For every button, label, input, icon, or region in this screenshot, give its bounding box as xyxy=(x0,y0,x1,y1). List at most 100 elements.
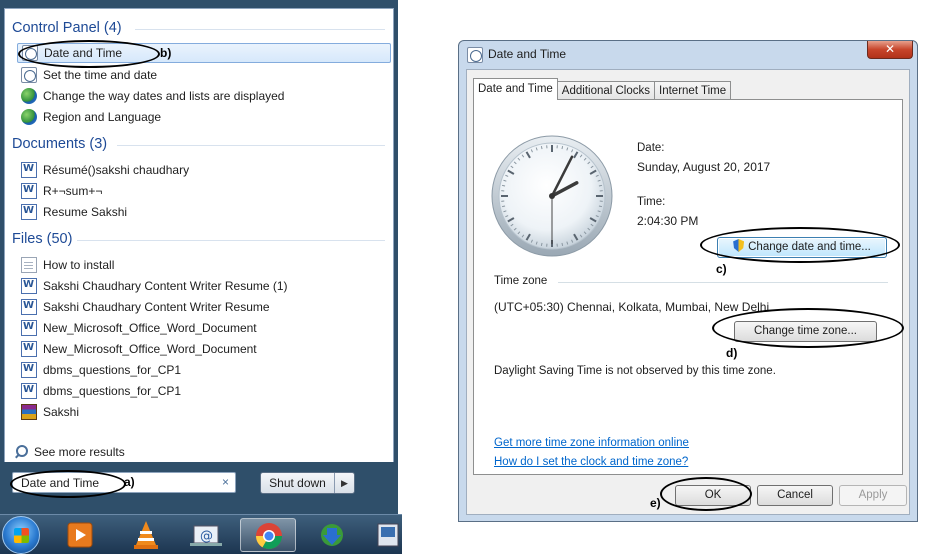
search-icon xyxy=(15,445,29,459)
word-doc-icon xyxy=(21,278,37,294)
chrome-button[interactable] xyxy=(240,518,296,552)
section-divider xyxy=(117,145,385,146)
result-label: How to install xyxy=(43,258,114,272)
media-player-icon xyxy=(52,518,108,552)
text-doc-icon xyxy=(21,257,37,273)
result-label: Sakshi Chaudhary Content Writer Resume xyxy=(43,300,270,314)
clock-minute-tick xyxy=(599,185,602,186)
tab-additional-clocks[interactable]: Additional Clocks xyxy=(557,81,655,100)
tab-date-and-time[interactable]: Date and Time xyxy=(473,78,558,100)
section-divider xyxy=(135,29,385,30)
vlc-button[interactable] xyxy=(118,518,174,552)
list-item[interactable]: dbms_questions_for_CP1 xyxy=(17,360,391,380)
word-doc-icon xyxy=(21,341,37,357)
chrome-icon xyxy=(241,519,297,553)
media-player-button[interactable] xyxy=(52,518,108,552)
annotation-ellipse-result xyxy=(18,40,160,68)
word-doc-icon xyxy=(21,204,37,220)
result-region-language[interactable]: Region and Language xyxy=(17,107,391,127)
winrar-archive-icon xyxy=(21,404,37,420)
timezone-info-link[interactable]: Get more time zone information online xyxy=(494,437,689,449)
cancel-button[interactable]: Cancel xyxy=(757,485,833,506)
list-item[interactable]: Résumé()sakshi chaudhary xyxy=(17,160,391,180)
analog-clock xyxy=(490,134,614,258)
vlc-icon xyxy=(118,518,174,552)
list-item[interactable]: How to install xyxy=(17,255,391,275)
start-orb[interactable] xyxy=(2,516,40,554)
list-item[interactable]: Sakshi Chaudhary Content Writer Resume (… xyxy=(17,276,391,296)
mail-icon: @ xyxy=(178,518,234,552)
time-value: 2:04:30 PM xyxy=(637,214,698,228)
start-menu-results-panel: Control Panel (4) Date and Time Set the … xyxy=(4,8,394,462)
date-time-dialog: Date and Time ✕ Date and Time Additional… xyxy=(458,40,918,522)
result-change-date-lists[interactable]: Change the way dates and lists are displ… xyxy=(17,86,391,106)
word-doc-icon xyxy=(21,362,37,378)
word-doc-icon xyxy=(21,383,37,399)
clock-minute-tick xyxy=(562,146,563,149)
taskbar: @ xyxy=(0,514,402,554)
globe-icon xyxy=(21,109,37,125)
annotation-ellipse-change-date xyxy=(700,227,900,263)
list-item[interactable]: Resume Sakshi xyxy=(17,202,391,222)
tab-strip: Date and Time Additional Clocks Internet… xyxy=(473,78,730,100)
shutdown-label[interactable]: Shut down xyxy=(261,473,335,493)
dialog-body: Date and Time Additional Clocks Internet… xyxy=(466,69,910,515)
list-item[interactable]: Sakshi Chaudhary Content Writer Resume xyxy=(17,297,391,317)
apply-button[interactable]: Apply xyxy=(839,485,907,506)
result-label: Region and Language xyxy=(43,110,161,124)
shutdown-options-arrow-icon[interactable]: ▶ xyxy=(335,478,354,489)
annotation-label-e: e) xyxy=(650,496,661,510)
result-label: Résumé()sakshi chaudhary xyxy=(43,163,189,177)
dialog-title-bar[interactable]: Date and Time ✕ xyxy=(459,41,917,69)
close-button[interactable]: ✕ xyxy=(867,41,913,59)
time-label: Time: xyxy=(637,196,665,208)
see-more-results-link[interactable]: See more results xyxy=(15,445,125,459)
download-manager-button[interactable] xyxy=(304,518,360,552)
result-label: dbms_questions_for_CP1 xyxy=(43,363,181,377)
app-icon xyxy=(370,518,402,552)
annotation-label-b: b) xyxy=(160,46,171,60)
shutdown-button[interactable]: Shut down ▶ xyxy=(260,472,355,494)
list-item[interactable]: New_Microsoft_Office_Word_Document xyxy=(17,339,391,359)
tab-internet-time[interactable]: Internet Time xyxy=(654,81,731,100)
clock-minute-tick xyxy=(541,243,542,246)
section-heading-control-panel[interactable]: Control Panel (4) xyxy=(12,20,122,36)
date-label: Date: xyxy=(637,142,665,154)
dst-info-text: Daylight Saving Time is not observed by … xyxy=(494,365,776,377)
download-manager-icon xyxy=(304,518,360,552)
result-label: dbms_questions_for_CP1 xyxy=(43,384,181,398)
section-heading-files[interactable]: Files (50) xyxy=(12,231,72,247)
result-label: New_Microsoft_Office_Word_Document xyxy=(43,321,257,335)
list-item[interactable]: New_Microsoft_Office_Word_Document xyxy=(17,318,391,338)
how-to-set-clock-link[interactable]: How do I set the clock and time zone? xyxy=(494,456,688,468)
annotation-label-a: a) xyxy=(124,475,135,489)
clock-minute-tick xyxy=(502,206,505,207)
list-item[interactable]: R+¬sum+¬ xyxy=(17,181,391,201)
word-doc-icon xyxy=(21,320,37,336)
clear-search-icon[interactable]: × xyxy=(222,475,229,489)
clock-minute-tick xyxy=(599,206,602,207)
mail-button[interactable]: @ xyxy=(178,518,234,552)
timezone-divider xyxy=(558,282,888,283)
list-item[interactable]: dbms_questions_for_CP1 xyxy=(17,381,391,401)
clock-icon xyxy=(21,67,37,83)
annotation-ellipse-search xyxy=(10,470,126,498)
result-label: Resume Sakshi xyxy=(43,205,127,219)
svg-text:@: @ xyxy=(200,529,213,544)
result-label: Sakshi xyxy=(43,405,79,419)
result-label: Change the way dates and lists are displ… xyxy=(43,89,284,103)
list-item[interactable]: Sakshi xyxy=(17,402,391,422)
word-doc-icon xyxy=(21,162,37,178)
annotation-ellipse-ok xyxy=(660,477,752,511)
app-button[interactable] xyxy=(370,518,402,552)
annotation-ellipse-change-timezone xyxy=(712,308,904,348)
timezone-value: (UTC+05:30) Chennai, Kolkata, Mumbai, Ne… xyxy=(494,300,769,314)
section-heading-documents[interactable]: Documents (3) xyxy=(12,136,107,152)
tab-page-date-and-time: Date: Sunday, August 20, 2017 Time: 2:04… xyxy=(473,99,903,475)
see-more-label: See more results xyxy=(34,445,125,459)
result-label: Set the time and date xyxy=(43,68,157,82)
globe-icon xyxy=(21,88,37,104)
word-doc-icon xyxy=(21,183,37,199)
result-set-time-and-date[interactable]: Set the time and date xyxy=(17,65,391,85)
result-label: Sakshi Chaudhary Content Writer Resume (… xyxy=(43,279,288,293)
